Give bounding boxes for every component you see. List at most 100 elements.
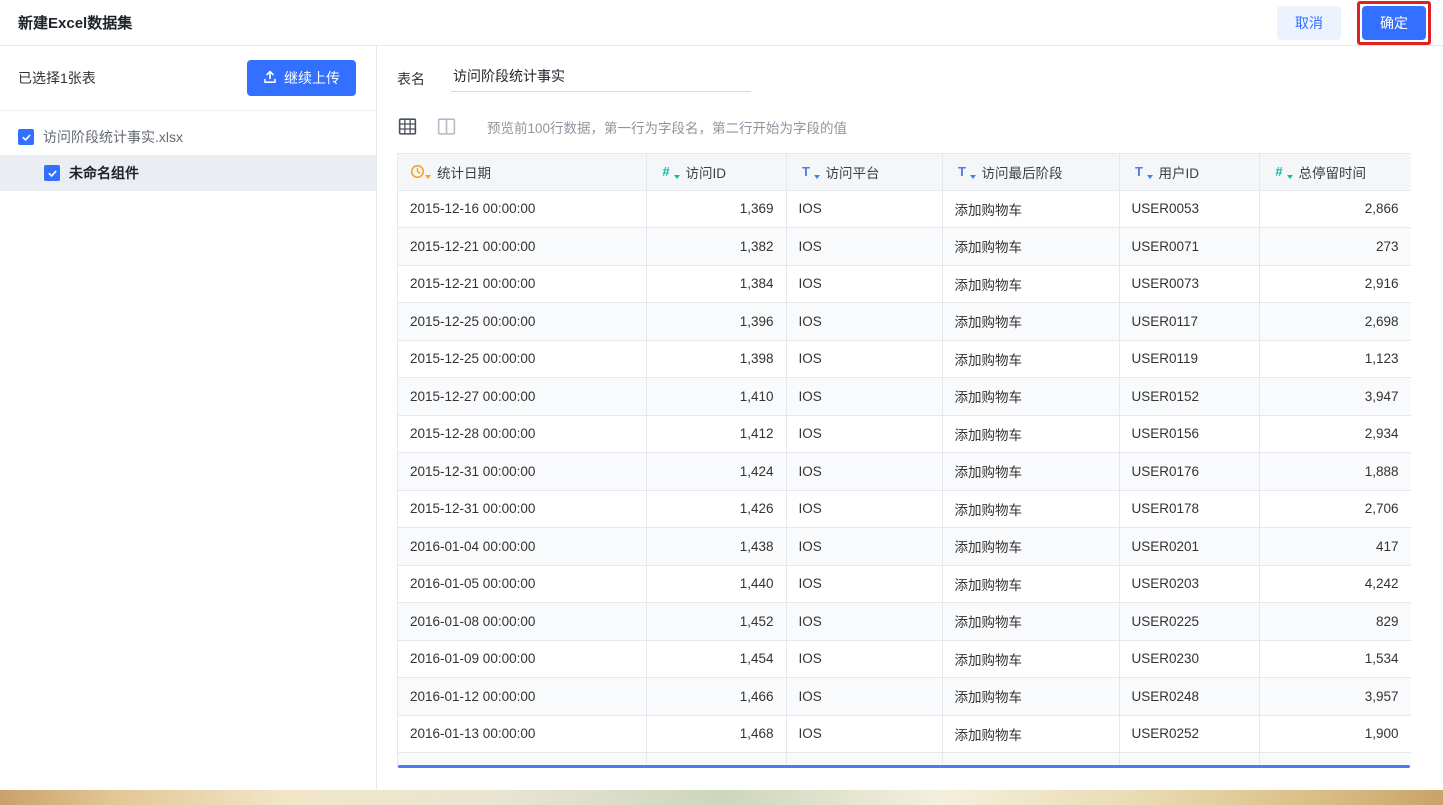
table-cell: 2015-12-31 00:00:00 (398, 490, 647, 528)
table-cell: 2015-12-16 00:00:00 (398, 190, 647, 228)
sidebar: 已选择1张表 继续上传 访问阶段统计事实.xlsx 未命名组件 (0, 46, 377, 790)
table-name-input[interactable] (451, 66, 751, 92)
cancel-button[interactable]: 取消 (1277, 5, 1341, 40)
table-cell: IOS (786, 190, 943, 228)
table-cell: USER0053 (1119, 190, 1260, 228)
table-row: 2016-01-13 00:00:00 1,468 IOS 添加购物车 USER0252… (398, 715, 1411, 753)
confirm-button[interactable]: 确定 (1362, 5, 1426, 40)
table-cell: USER0201 (1119, 527, 1260, 566)
new-excel-dataset-dialog: 新建Excel数据集 取消 确定 已选择1张表 继续上传 访问阶段统计事实.xl… (0, 0, 1443, 790)
column-header-1[interactable]: 统计日期 (398, 154, 647, 191)
table-cell: IOS (786, 227, 943, 266)
table-cell: 添加购物车 (942, 227, 1120, 266)
table-cell: IOS (786, 677, 943, 716)
table-cell: 2015-12-25 00:00:00 (398, 340, 647, 378)
card-view-icon[interactable] (436, 116, 457, 137)
component-name: 未命名组件 (69, 165, 139, 181)
table-cell: IOS (786, 377, 943, 416)
table-cell: 2016-01-09 00:00:00 (398, 640, 647, 678)
table-row: 2016-01-05 00:00:00 1,440 IOS 添加购物车 USER0203… (398, 565, 1411, 603)
horizontal-scrollbar[interactable] (398, 765, 1410, 768)
table-cell: IOS (786, 490, 943, 528)
file-item[interactable]: 访问阶段统计事实.xlsx (0, 119, 376, 155)
preview-hint: 预览前100行数据，第一行为字段名，第二行开始为字段的值 (487, 120, 848, 136)
table-cell: 4,242 (1259, 565, 1411, 603)
table-cell: USER0156 (1119, 415, 1260, 453)
table-cell: 添加购物车 (942, 565, 1120, 603)
table-cell: USER0073 (1119, 265, 1260, 303)
table-cell: 1,454 (646, 640, 787, 678)
table-cell: 添加购物车 (942, 715, 1120, 753)
table-cell: USER0117 (1119, 302, 1260, 341)
table-cell: 1,398 (646, 340, 787, 378)
table-cell: 2,916 (1259, 265, 1411, 303)
table-header-row: 统计日期 # 访问ID T 访问平台 T 访问最后阶段 T 用户ID # 总停留时间 (398, 154, 1411, 191)
file-tree: 访问阶段统计事实.xlsx 未命名组件 (0, 111, 376, 191)
table-cell: 添加购物车 (942, 490, 1120, 528)
table-row: 2016-01-09 00:00:00 1,454 IOS 添加购物车 USER0230… (398, 640, 1411, 678)
number-field-icon: # (659, 164, 680, 180)
table-cell: 添加购物车 (942, 190, 1120, 228)
continue-upload-button[interactable]: 继续上传 (247, 60, 356, 96)
column-label: 访问ID (685, 165, 727, 181)
table-row: 2016-01-12 00:00:00 1,466 IOS 添加购物车 USER0248… (398, 677, 1411, 716)
table-cell: 1,410 (646, 377, 787, 416)
table-cell: 2016-01-12 00:00:00 (398, 677, 647, 716)
table-cell: 1,466 (646, 677, 787, 716)
column-header-5[interactable]: T 用户ID (1119, 154, 1260, 191)
file-name: 访问阶段统计事实.xlsx (43, 129, 183, 145)
table-cell: USER0248 (1119, 677, 1260, 716)
table-cell: 2,934 (1259, 415, 1411, 453)
table-cell: IOS (786, 715, 943, 753)
table-row: 2016-01-08 00:00:00 1,452 IOS 添加购物车 USER0225… (398, 602, 1411, 641)
table-cell: 1,426 (646, 490, 787, 528)
table-row: 2015-12-25 00:00:00 1,396 IOS 添加购物车 USER0117… (398, 302, 1411, 341)
component-item[interactable]: 未命名组件 (0, 155, 376, 191)
table-name-row: 表名 (397, 66, 1423, 92)
text-field-icon: T (955, 164, 976, 180)
table-cell: USER0119 (1119, 340, 1260, 378)
table-cell: 添加购物车 (942, 640, 1120, 678)
upload-icon (263, 70, 277, 87)
table-cell: IOS (786, 452, 943, 491)
column-header-4[interactable]: T 访问最后阶段 (942, 154, 1120, 191)
table-cell: 1,900 (1259, 715, 1411, 753)
column-header-2[interactable]: # 访问ID (646, 154, 787, 191)
table-cell: 2016-01-04 00:00:00 (398, 527, 647, 566)
selected-count-text: 已选择1张表 (18, 70, 96, 86)
table-cell: 1,382 (646, 227, 787, 266)
table-name-label: 表名 (397, 71, 425, 87)
table-cell: IOS (786, 565, 943, 603)
table-cell: 3,947 (1259, 377, 1411, 416)
table-cell: 2,866 (1259, 190, 1411, 228)
file-checkbox[interactable] (18, 129, 34, 145)
number-field-icon: # (1272, 164, 1293, 180)
table-row: 2015-12-16 00:00:00 1,369 IOS 添加购物车 USER0053… (398, 190, 1411, 228)
table-cell: 2016-01-13 00:00:00 (398, 715, 647, 753)
table-cell: 2,698 (1259, 302, 1411, 341)
table-cell: 2015-12-27 00:00:00 (398, 377, 647, 416)
table-cell: USER0203 (1119, 565, 1260, 603)
grid-view-icon[interactable] (397, 116, 418, 137)
component-checkbox[interactable] (44, 165, 60, 181)
table-row: 2015-12-31 00:00:00 1,424 IOS 添加购物车 USER0176… (398, 452, 1411, 491)
table-cell: 1,424 (646, 452, 787, 491)
date-field-icon (410, 164, 431, 180)
table-cell: 1,534 (1259, 640, 1411, 678)
table-cell: 1,440 (646, 565, 787, 603)
column-label: 统计日期 (437, 165, 491, 181)
column-label: 总停留时间 (1298, 165, 1367, 181)
text-field-icon: T (799, 164, 820, 180)
table-cell: 添加购物车 (942, 527, 1120, 566)
table-cell: 2015-12-21 00:00:00 (398, 227, 647, 266)
table-cell: 添加购物车 (942, 302, 1120, 341)
upload-button-label: 继续上传 (284, 70, 340, 86)
column-header-6[interactable]: # 总停留时间 (1259, 154, 1411, 191)
column-label: 用户ID (1158, 165, 1200, 181)
table-cell: USER0176 (1119, 452, 1260, 491)
table-cell: 2015-12-28 00:00:00 (398, 415, 647, 453)
column-header-3[interactable]: T 访问平台 (786, 154, 943, 191)
table-cell: 417 (1259, 527, 1411, 566)
table-cell: 1,468 (646, 715, 787, 753)
table-cell: USER0225 (1119, 602, 1260, 641)
